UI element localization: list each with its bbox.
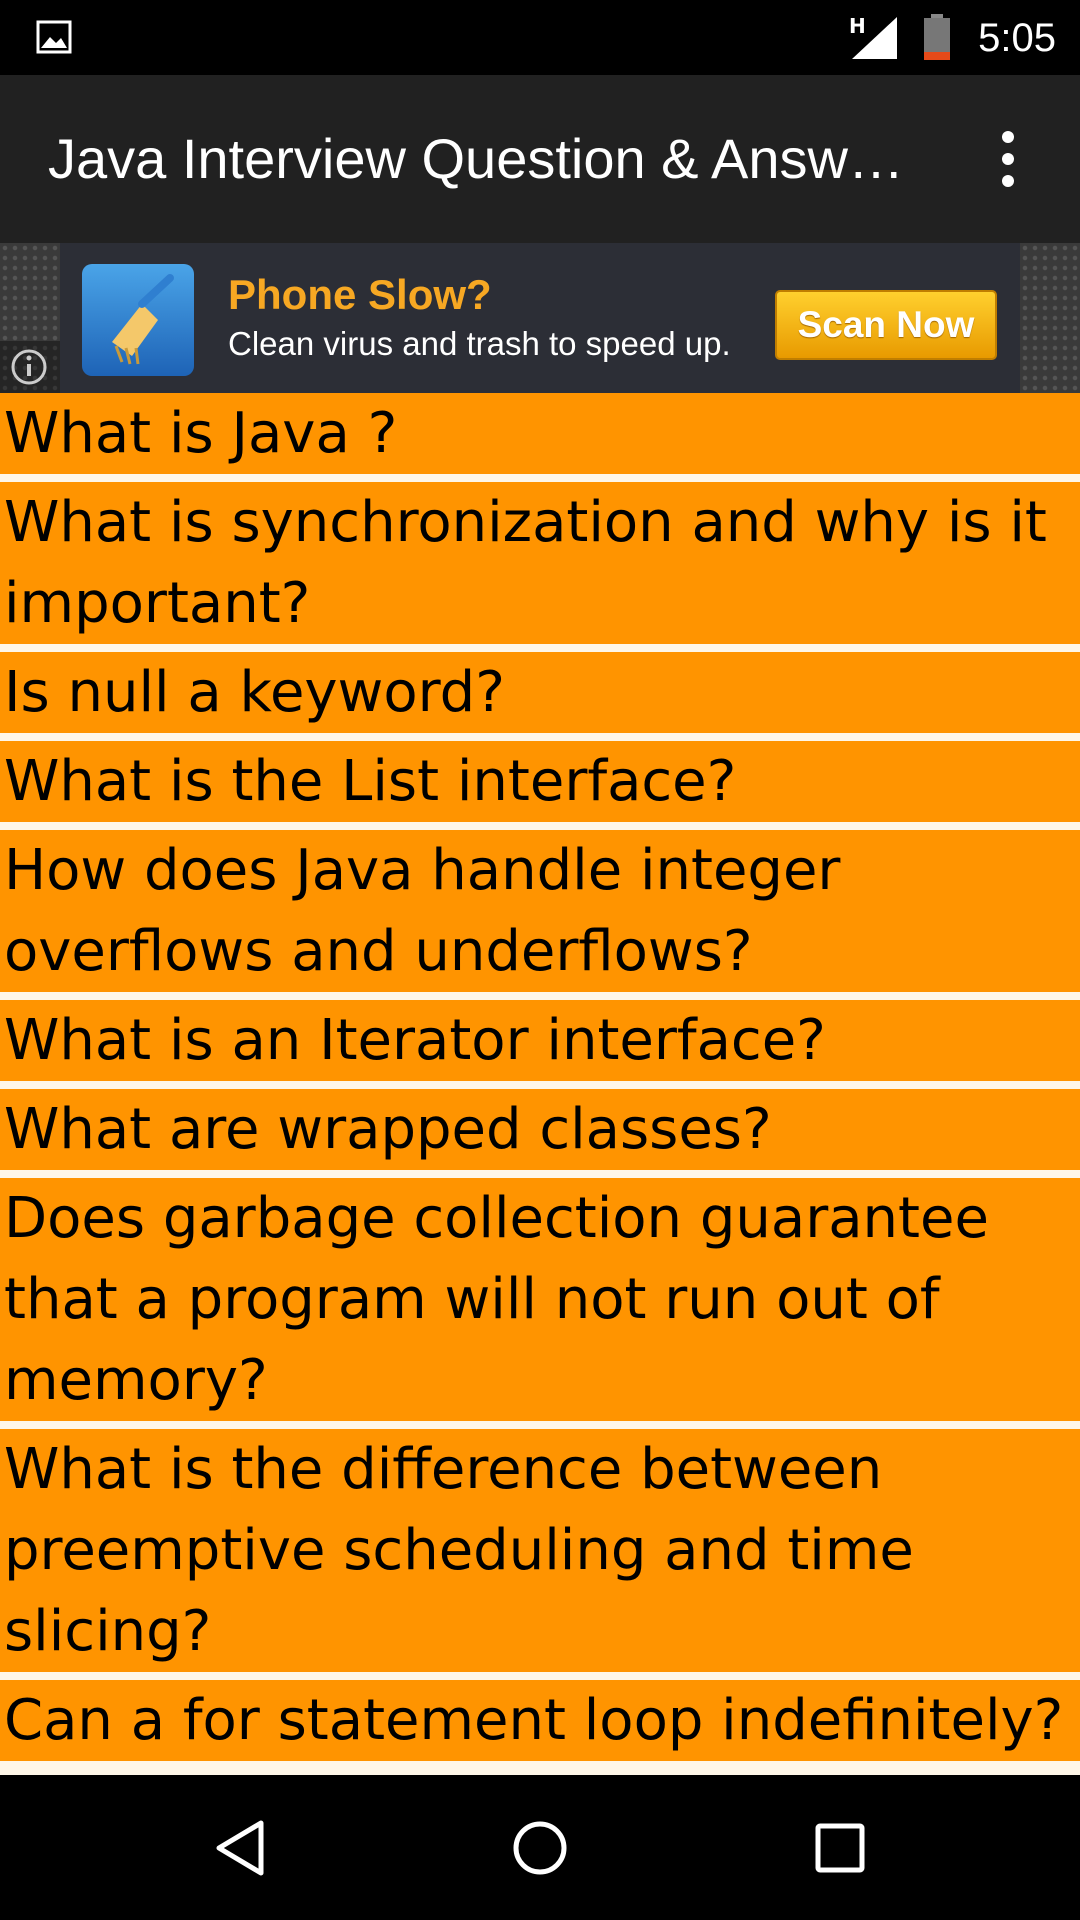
app-bar: Java Interview Question & Answ… (0, 75, 1080, 243)
list-item[interactable]: What is the difference between preemptiv… (0, 1429, 1080, 1672)
gallery-icon (36, 20, 72, 54)
scan-now-button[interactable]: Scan Now (775, 290, 997, 360)
list-item[interactable]: Is null a keyword? (0, 652, 1080, 733)
list-item[interactable]: Can a for statement loop indefinitely? (0, 1680, 1080, 1761)
list-item[interactable]: Does garbage collection guarantee that a… (0, 1178, 1080, 1421)
back-icon[interactable] (207, 1815, 273, 1881)
app-title: Java Interview Question & Answ… (48, 127, 904, 190)
home-icon[interactable] (507, 1815, 573, 1881)
list-item[interactable]: What is Java ? (0, 393, 1080, 474)
recents-icon[interactable] (807, 1815, 873, 1881)
broom-app-icon[interactable] (82, 264, 194, 376)
ad-headline: Phone Slow? (228, 271, 492, 318)
navigation-bar (0, 1775, 1080, 1920)
ad-banner[interactable]: Phone Slow? Clean virus and trash to spe… (0, 243, 1080, 393)
question-list[interactable]: What is Java ? What is synchronization a… (0, 393, 1080, 1775)
list-item[interactable]: What are wrapped classes? (0, 1089, 1080, 1170)
signal-icon (852, 17, 897, 59)
info-icon[interactable] (0, 341, 60, 393)
overflow-menu-icon[interactable] (980, 115, 1036, 203)
list-item[interactable]: What is the List interface? (0, 741, 1080, 822)
list-item[interactable]: How does Java handle integer overflows a… (0, 830, 1080, 992)
battery-icon (924, 14, 950, 60)
status-bar: H 5:05 (0, 0, 1080, 75)
ad-content[interactable]: Phone Slow? Clean virus and trash to spe… (60, 243, 1020, 393)
clock: 5:05 (978, 16, 1056, 60)
list-item[interactable]: What is an Iterator interface? (0, 1000, 1080, 1081)
list-item[interactable]: What is synchronization and why is it im… (0, 482, 1080, 644)
ad-subline: Clean virus and trash to speed up. (228, 325, 731, 362)
